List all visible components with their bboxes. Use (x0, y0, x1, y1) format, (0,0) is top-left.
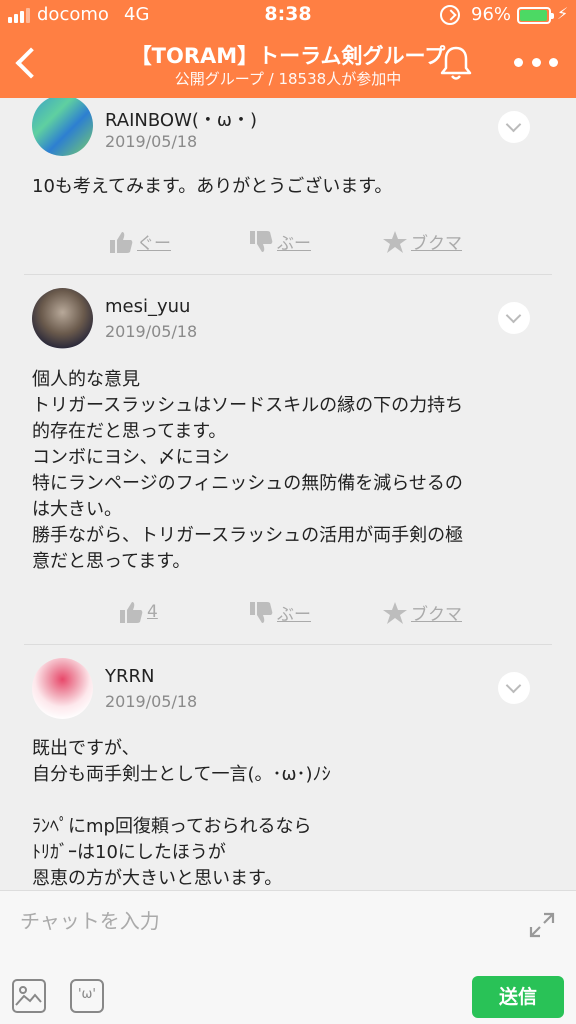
like-button[interactable]: 4 (118, 600, 158, 624)
post-actions: 4 ぶー ブクマ (0, 600, 576, 630)
bookmark-button[interactable]: ブクマ (382, 600, 462, 625)
more-options-button[interactable] (514, 50, 558, 74)
post-feed[interactable]: RAINBOW(・ω・) 2019/05/18 10も考えてみます。ありがとうご… (0, 98, 576, 890)
dislike-button[interactable]: ぶー (248, 229, 311, 254)
avatar[interactable] (32, 658, 93, 719)
like-label: ぐー (137, 234, 171, 254)
chevron-down-icon[interactable] (498, 111, 530, 143)
post-item: mesi_yuu 2019/05/18 個人的な意見 トリガースラッシュはソード… (0, 274, 576, 644)
chevron-down-icon[interactable] (498, 302, 530, 334)
battery-icon (517, 7, 554, 24)
post-date: 2019/05/18 (105, 132, 198, 151)
emoji-icon[interactable]: 'ω' (70, 979, 104, 1013)
dislike-label: ぶー (277, 605, 311, 625)
thumbs-down-icon (250, 601, 273, 623)
like-button[interactable]: ぐー (108, 229, 171, 254)
star-icon (383, 230, 407, 253)
expand-icon[interactable] (528, 911, 556, 939)
post-username[interactable]: YRRN (105, 666, 154, 687)
post-item: RAINBOW(・ω・) 2019/05/18 10も考えてみます。ありがとうご… (0, 98, 576, 274)
group-subtitle: 公開グループ / 18538人が参加中 (174, 70, 402, 88)
status-bar: docomo 4G 8:38 96% ⚡ (0, 0, 576, 30)
post-body: 既出ですが、 自分も両手剣士として一言(。･ω･)ﾉｼ ﾗﾝﾍﾟにmp回復頼って… (32, 738, 331, 889)
battery-percent: 96% (471, 4, 512, 25)
app-header: docomo 4G 8:38 96% ⚡ 【TORAM】トーラム剣グループ 公開… (0, 0, 576, 98)
image-icon[interactable] (12, 979, 46, 1013)
chevron-down-icon[interactable] (498, 672, 530, 704)
send-button[interactable]: 送信 (472, 976, 564, 1018)
post-username[interactable]: mesi_yuu (105, 296, 190, 317)
dislike-button[interactable]: ぶー (248, 600, 311, 625)
post-actions: ぐー ぶー ブクマ (0, 229, 576, 259)
chat-input-field[interactable]: チャットを入力 (20, 905, 160, 934)
star-icon (383, 601, 407, 624)
like-count: 4 (147, 602, 158, 622)
bell-icon[interactable] (438, 44, 474, 82)
post-body: 10も考えてみます。ありがとうございます。 (32, 176, 393, 197)
post-username[interactable]: RAINBOW(・ω・) (105, 106, 257, 132)
thumbs-up-icon (120, 602, 143, 623)
group-title: 【TORAM】トーラム剣グループ (130, 44, 446, 68)
charging-icon: ⚡ (557, 4, 569, 23)
thumbs-down-icon (250, 230, 273, 252)
bookmark-label: ブクマ (411, 605, 462, 625)
bookmark-label: ブクマ (411, 234, 462, 254)
dislike-label: ぶー (277, 234, 311, 254)
chat-input-bar: チャットを入力 'ω' 送信 (0, 890, 576, 1024)
avatar[interactable] (32, 288, 93, 349)
bookmark-button[interactable]: ブクマ (382, 229, 462, 254)
avatar[interactable] (32, 98, 93, 156)
post-body: 個人的な意見 トリガースラッシュはソードスキルの縁の下の力持ち 的存在だと思って… (32, 369, 464, 572)
thumbs-up-icon (110, 231, 133, 253)
post-date: 2019/05/18 (105, 322, 198, 341)
post-item: YRRN 2019/05/18 既出ですが、 自分も両手剣士として一言(。･ω･… (0, 644, 576, 890)
orientation-lock-icon (440, 5, 460, 25)
post-date: 2019/05/18 (105, 692, 198, 711)
